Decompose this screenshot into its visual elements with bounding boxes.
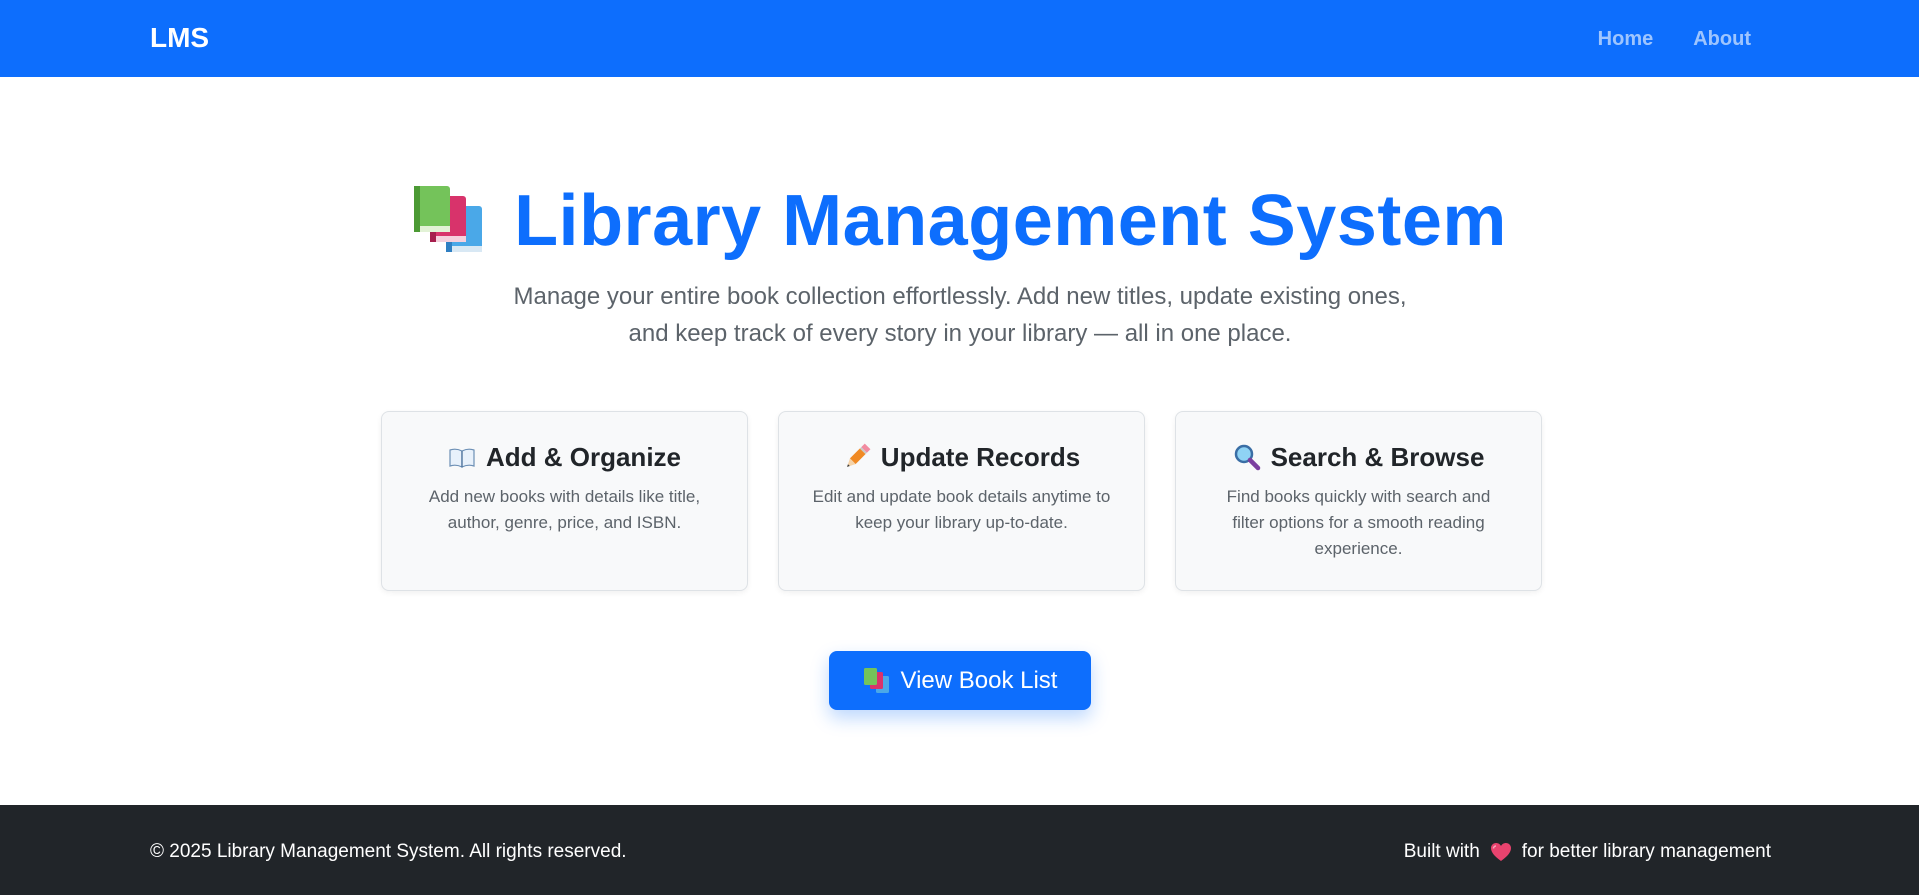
card-title: Update Records (779, 440, 1144, 474)
open-book-icon (448, 443, 476, 471)
page-title: Library Management System (514, 181, 1507, 261)
feature-card-search: Search & Browse Find books quickly with … (1175, 411, 1542, 591)
magnifier-icon (1233, 443, 1261, 471)
card-title-text: Search & Browse (1270, 442, 1485, 472)
nav-link-about[interactable]: About (1693, 26, 1751, 52)
card-text: Find books quickly with search and filte… (1226, 487, 1491, 558)
hero-heading: Library Management System (0, 176, 1919, 266)
nav-link-home[interactable]: Home (1598, 26, 1654, 52)
brand-logo[interactable]: LMS (150, 20, 209, 56)
card-title-text: Update Records (880, 442, 1081, 472)
card-text: Add new books with details like title, a… (428, 487, 701, 532)
card-title: Add & Organize (382, 440, 747, 474)
books-icon (863, 667, 891, 694)
card-text: Edit and update book details anytime to … (812, 487, 1111, 532)
footer-copyright: © 2025 Library Management System. All ri… (150, 841, 627, 862)
feature-card-add: Add & Organize Add new books with detail… (381, 411, 748, 591)
feature-card-update: Update Records Edit and update book deta… (778, 411, 1145, 591)
tagline-prefix: Built with (1403, 841, 1480, 862)
feature-cards: Add & Organize Add new books with detail… (381, 411, 1542, 591)
pencil-icon (843, 443, 871, 471)
card-title: Search & Browse (1176, 440, 1541, 474)
hero-subtitle: Manage your entire book collection effor… (513, 283, 1407, 347)
footer: © 2025 Library Management System. All ri… (0, 805, 1919, 895)
nav-links: Home About (1598, 26, 1751, 52)
navbar: LMS Home About (0, 0, 1919, 77)
heart-icon (1490, 842, 1512, 862)
tagline-suffix: for better library management (1521, 841, 1771, 862)
footer-tagline: Built with for better library management (1404, 840, 1771, 864)
button-label: View Book List (900, 666, 1058, 694)
books-icon (412, 186, 486, 256)
card-title-text: Add & Organize (485, 442, 681, 472)
view-book-list-button[interactable]: View Book List (829, 651, 1091, 710)
